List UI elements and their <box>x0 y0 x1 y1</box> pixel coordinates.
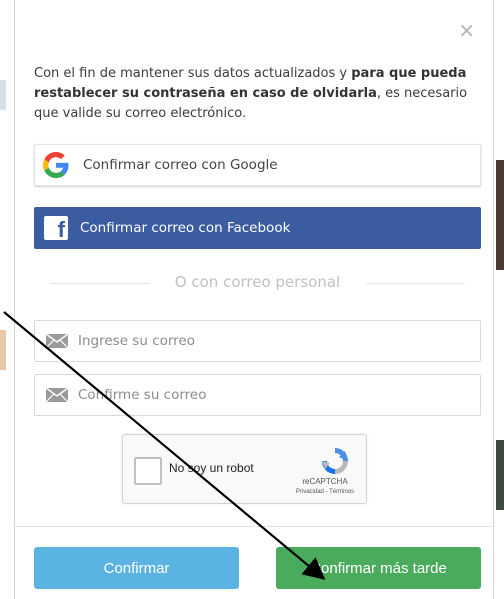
envelope-icon <box>46 334 68 348</box>
recaptcha-logo-icon <box>322 448 348 474</box>
or-divider: O con correo personal <box>50 270 465 298</box>
footer-separator <box>15 526 493 527</box>
confirm-with-google-button[interactable]: Confirmar correo con Google <box>34 144 481 186</box>
email-verification-modal: × Con el fin de mantener sus datos actua… <box>14 0 494 599</box>
recaptcha-checkbox[interactable] <box>134 457 162 485</box>
recaptcha-links[interactable]: Privacidad - Términos <box>283 489 367 495</box>
google-g-icon <box>43 152 69 178</box>
confirm-button[interactable]: Confirmar <box>34 547 239 589</box>
confirm-later-button[interactable]: Confirmar más tarde <box>276 547 481 589</box>
recaptcha-brand: reCAPTCHA <box>302 477 348 486</box>
facebook-button-label: Confirmar correo con Facebook <box>80 220 291 236</box>
email-field[interactable] <box>34 320 481 362</box>
divider-text: O con correo personal <box>174 273 341 291</box>
envelope-icon <box>46 388 68 402</box>
confirm-email-field[interactable] <box>34 374 481 416</box>
close-icon[interactable]: × <box>458 20 475 40</box>
recaptcha-widget: No soy un robot reCAPTCHA Privacidad - T… <box>122 434 367 504</box>
background-strip <box>496 160 504 270</box>
intro-text-part: Con el fin de mantener sus datos actuali… <box>34 66 352 81</box>
google-button-label: Confirmar correo con Google <box>83 157 278 173</box>
background-strip <box>496 440 504 510</box>
intro-text: Con el fin de mantener sus datos actuali… <box>34 64 482 124</box>
facebook-f-icon: f <box>44 216 68 241</box>
confirm-email-input[interactable] <box>76 386 470 404</box>
confirm-with-facebook-button[interactable]: f Confirmar correo con Facebook <box>34 207 481 249</box>
background-strip <box>0 80 6 110</box>
email-input[interactable] <box>76 332 470 350</box>
background-strip <box>0 330 6 370</box>
recaptcha-label: No soy un robot <box>169 461 254 475</box>
